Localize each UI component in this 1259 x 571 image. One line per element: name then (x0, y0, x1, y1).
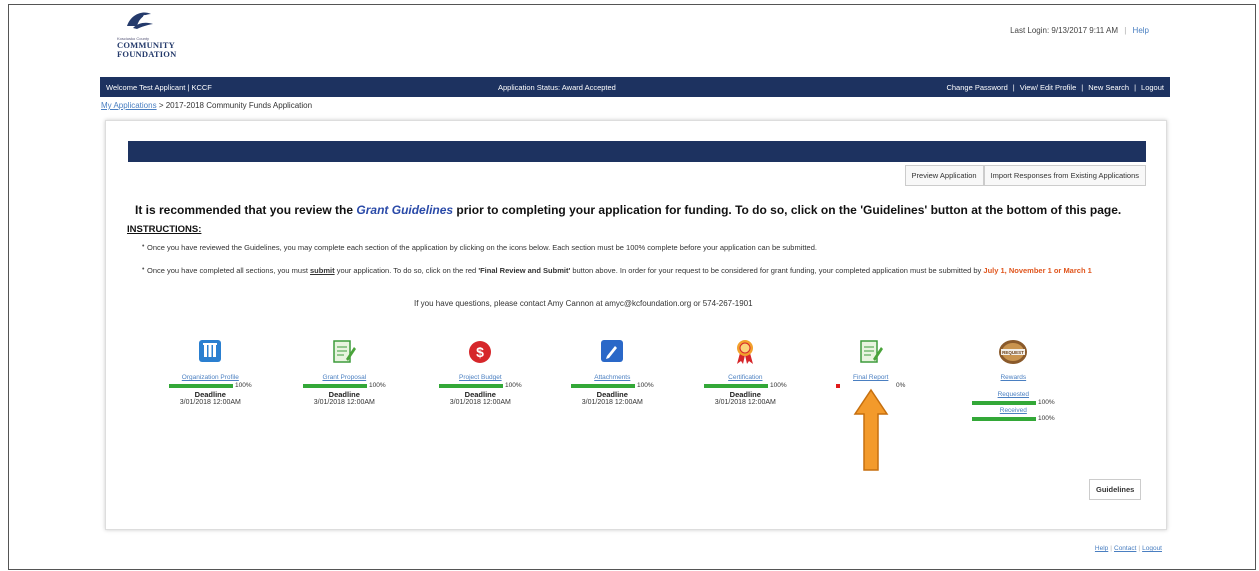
application-status: Application Status: Award Accepted (498, 83, 616, 92)
received-label[interactable]: Received (972, 407, 1055, 414)
progress-percent: 100% (369, 382, 386, 389)
footer-logout-link[interactable]: Logout (1142, 545, 1162, 552)
progress: 100% (303, 382, 386, 389)
deadline-value: 3/01/2018 12:00AM (714, 399, 776, 406)
help-link[interactable]: Help (1133, 26, 1149, 35)
deadline-value: 3/01/2018 12:00AM (581, 399, 643, 406)
section-project-budget[interactable]: $ Project Budget 100% Deadline 3/01/2018… (439, 339, 522, 406)
section-rewards[interactable]: REQUEST Rewards Requested 100% Received … (972, 339, 1055, 422)
section-certification[interactable]: Certification 100% Deadline 3/01/2018 12… (704, 339, 787, 406)
section-final-report[interactable]: Final Report 0% (836, 339, 905, 389)
section-attachments[interactable]: Attachments 100% Deadline 3/01/2018 12:0… (571, 339, 654, 406)
instruction-item-2: Once you have completed all sections, yo… (147, 266, 1092, 275)
section-label[interactable]: Grant Proposal (303, 374, 386, 381)
contact-text: If you have questions, please contact Am… (414, 299, 753, 308)
deadline-label: Deadline (729, 390, 761, 399)
deadline-label: Deadline (596, 390, 628, 399)
progress-bar (439, 383, 503, 388)
section-label[interactable]: Certification (704, 374, 787, 381)
progress-bar (169, 383, 233, 388)
footer-help-link[interactable]: Help (1095, 545, 1108, 552)
deadline-label: Deadline (464, 390, 496, 399)
progress-percent: 100% (235, 382, 252, 389)
section-label[interactable]: Project Budget (439, 374, 522, 381)
progress-bar (972, 416, 1036, 421)
received-progress: 100% (972, 415, 1055, 422)
community-foundation-logo[interactable]: Kosciusko County COMMUNITY FOUNDATION (117, 8, 177, 59)
badge-text: REQUEST (1002, 350, 1024, 355)
welcome-text: Welcome Test Applicant | KCCF (106, 83, 212, 92)
action-buttons: Preview Application Import Responses fro… (904, 165, 1146, 186)
separator: | (1124, 26, 1127, 35)
change-password-link[interactable]: Change Password (946, 83, 1007, 92)
logo-name-line2: FOUNDATION (117, 49, 177, 59)
top-navbar: Welcome Test Applicant | KCCF Applicatio… (100, 77, 1170, 97)
preview-application-button[interactable]: Preview Application (904, 165, 984, 186)
account-links: Change Password | View/ Edit Profile | New S… (946, 83, 1164, 92)
progress-bar (704, 383, 768, 388)
deadline-value: 3/01/2018 12:00AM (313, 399, 375, 406)
deadline-dates: July 1, November 1 or March 1 (983, 266, 1092, 275)
progress-percent: 100% (1038, 399, 1055, 406)
logo-emblem-icon (127, 12, 153, 29)
import-responses-button[interactable]: Import Responses from Existing Applicati… (983, 165, 1146, 186)
section-label[interactable]: Final Report (836, 374, 905, 381)
incomplete-indicator (836, 383, 840, 388)
footer-contact-link[interactable]: Contact (1114, 545, 1136, 552)
logout-link[interactable]: Logout (1141, 83, 1164, 92)
progress-percent: 100% (1038, 415, 1055, 422)
request-badge-icon[interactable]: REQUEST (998, 339, 1028, 365)
instructions-heading: INSTRUCTIONS: (127, 224, 202, 235)
bullet: • (142, 266, 145, 273)
progress: 100% (169, 382, 252, 389)
progress: 100% (439, 382, 522, 389)
requested-progress: 100% (972, 399, 1055, 406)
progress-percent: 100% (770, 382, 787, 389)
grant-guidelines-link[interactable]: Grant Guidelines (356, 203, 453, 217)
guidelines-button[interactable]: Guidelines (1089, 479, 1142, 500)
progress-bar (303, 383, 367, 388)
panel-header-bar (128, 141, 1146, 162)
breadcrumb: My Applications > 2017-2018 Community Fu… (101, 101, 312, 110)
deadline-value: 3/01/2018 12:00AM (179, 399, 241, 406)
recommendation-text: It is recommended that you review the Gr… (135, 203, 1121, 217)
progress-percent: 100% (505, 382, 522, 389)
pen-icon[interactable] (600, 339, 624, 365)
my-applications-link[interactable]: My Applications (101, 101, 157, 110)
top-links: Last Login: 9/13/2017 9:11 AM | Help (1010, 26, 1149, 35)
recommend-pre: It is recommended that you review the (135, 203, 357, 217)
building-icon[interactable] (198, 339, 222, 365)
deadline-value: 3/01/2018 12:00AM (449, 399, 511, 406)
breadcrumb-current: 2017-2018 Community Funds Application (165, 101, 313, 110)
rewards-label[interactable]: Rewards (972, 374, 1055, 381)
award-ribbon-icon[interactable] (733, 339, 757, 365)
section-grant-proposal[interactable]: Grant Proposal 100% Deadline 3/01/2018 1… (303, 339, 386, 406)
recommend-post: prior to completing your application for… (453, 203, 1122, 217)
progress-bar (571, 383, 635, 388)
application-panel: Preview Application Import Responses fro… (105, 120, 1167, 530)
instruction-item-1: Once you have reviewed the Guidelines, y… (147, 243, 817, 252)
dollar-icon[interactable]: $ (468, 339, 492, 365)
deadline-label: Deadline (328, 390, 360, 399)
deadline-label: Deadline (194, 390, 226, 399)
footer-links: Help | Contact | Logout (1094, 545, 1162, 552)
document-edit-icon[interactable] (859, 339, 883, 365)
section-label[interactable]: Organization Profile (169, 374, 252, 381)
bullet: • (142, 243, 145, 250)
last-login-text: Last Login: 9/13/2017 9:11 AM (1010, 26, 1118, 35)
edit-profile-link[interactable]: View/ Edit Profile (1020, 83, 1077, 92)
section-label[interactable]: Attachments (571, 374, 654, 381)
progress: 100% (571, 382, 654, 389)
progress-bar (972, 400, 1036, 405)
svg-text:$: $ (476, 344, 484, 360)
breadcrumb-separator: > (158, 101, 164, 110)
document-edit-icon[interactable] (332, 339, 357, 365)
new-search-link[interactable]: New Search (1088, 83, 1129, 92)
section-organization-profile[interactable]: Organization Profile 100% Deadline 3/01/… (169, 339, 252, 406)
progress-percent: 100% (637, 382, 654, 389)
progress: 100% (704, 382, 787, 389)
arrow-up-icon (853, 388, 889, 471)
requested-label[interactable]: Requested (972, 391, 1055, 398)
progress-percent: 0% (896, 382, 906, 389)
